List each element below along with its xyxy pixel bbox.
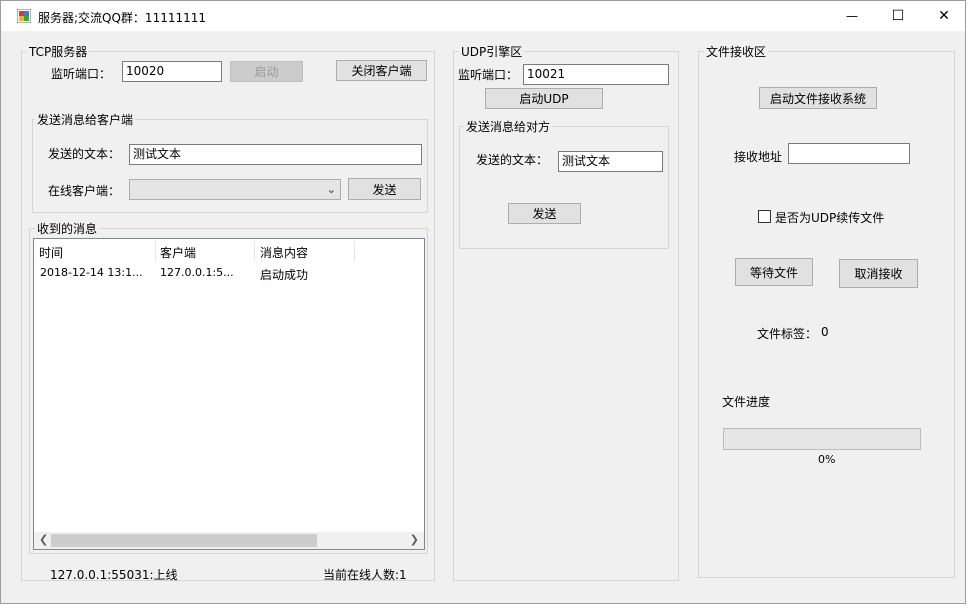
udp-send-group-title: 发送消息给对方: [464, 118, 553, 135]
cancel-receive-button[interactable]: 取消接收: [839, 259, 918, 288]
window-title: 服务器;交流QQ群：11111111: [38, 11, 207, 25]
app-icon: [17, 9, 31, 23]
column-divider[interactable]: [354, 241, 355, 261]
close-button[interactable]: ✕: [921, 1, 967, 31]
minimize-icon: —: [846, 9, 858, 23]
udp-resume-label: 是否为UDP续传文件: [775, 211, 885, 225]
tcp-port-input[interactable]: 10020: [122, 61, 222, 82]
file-progress-bar: [723, 428, 921, 450]
file-group-title: 文件接收区: [704, 43, 769, 60]
udp-send-text-label: 发送的文本：: [476, 153, 549, 167]
column-header-time[interactable]: 时间: [39, 244, 63, 261]
udp-port-label: 监听端口：: [458, 68, 519, 82]
receive-address-label: 接收地址: [734, 150, 783, 164]
horizontal-scrollbar[interactable]: ❮ ❯: [34, 532, 424, 549]
tcp-group-title: TCP服务器: [27, 43, 90, 60]
tcp-send-text-input[interactable]: 测试文本: [129, 144, 422, 165]
udp-port-input[interactable]: 10021: [523, 64, 669, 85]
tcp-send-button[interactable]: 发送: [348, 178, 421, 200]
start-file-receive-button[interactable]: 启动文件接收系统: [759, 87, 877, 109]
scroll-right-icon[interactable]: ❯: [410, 533, 419, 546]
online-client-label: 在线客户端：: [48, 184, 121, 198]
udp-resume-checkbox[interactable]: [758, 210, 771, 223]
tcp-online-count: 当前在线人数:1: [323, 568, 407, 582]
tcp-status-left: 127.0.0.1:55031:上线: [50, 568, 178, 582]
column-divider[interactable]: [155, 241, 156, 261]
wait-file-button[interactable]: 等待文件: [735, 258, 813, 286]
column-header-client[interactable]: 客户端: [160, 244, 196, 261]
file-receive-group: [698, 51, 955, 578]
background-app-right-strip: [966, 0, 974, 612]
tcp-port-label: 监听端口：: [51, 67, 112, 81]
scrollbar-thumb[interactable]: [51, 534, 317, 547]
row-message-cell: 启动成功: [260, 268, 309, 282]
tcp-send-group-title: 发送消息给客户端: [35, 111, 136, 128]
file-tag-label: 文件标签：: [757, 327, 818, 341]
row-time-cell: 2018-12-14 13:1...: [40, 266, 143, 279]
close-icon: ✕: [938, 8, 950, 24]
file-progress-label: 文件进度: [722, 395, 771, 409]
column-divider[interactable]: [254, 241, 255, 261]
row-client-cell: 127.0.0.1:5...: [160, 266, 234, 279]
maximize-button[interactable]: ☐: [875, 1, 921, 31]
udp-start-button[interactable]: 启动UDP: [485, 88, 603, 109]
online-client-select[interactable]: ⌄: [129, 179, 341, 200]
minimize-button[interactable]: —: [829, 1, 875, 31]
udp-group-title: UDP引擎区: [459, 43, 525, 60]
file-tag-value: 0: [821, 325, 829, 339]
received-messages-title: 收到的消息: [35, 220, 100, 237]
scroll-left-icon[interactable]: ❮: [39, 533, 48, 546]
udp-send-button[interactable]: 发送: [508, 203, 581, 224]
tcp-send-text-label: 发送的文本：: [48, 147, 121, 161]
udp-send-text-input[interactable]: 测试文本: [558, 151, 663, 172]
main-window: 服务器;交流QQ群：11111111 — ☐ ✕ TCP服务器 监听端口： 10…: [0, 0, 966, 604]
receive-address-input[interactable]: [788, 143, 910, 164]
file-progress-percent: 0%: [818, 453, 836, 466]
udp-send-group: [459, 126, 669, 249]
close-client-button[interactable]: 关闭客户端: [336, 60, 427, 81]
received-messages-list[interactable]: 时间 客户端 消息内容 2018-12-14 13:1... 127.0.0.1…: [33, 238, 425, 550]
tcp-start-button[interactable]: 启动: [230, 61, 303, 82]
title-bar: 服务器;交流QQ群：11111111 — ☐ ✕: [1, 1, 965, 31]
column-header-message[interactable]: 消息内容: [260, 244, 308, 261]
chevron-down-icon: ⌄: [326, 183, 336, 196]
maximize-icon: ☐: [891, 8, 905, 24]
